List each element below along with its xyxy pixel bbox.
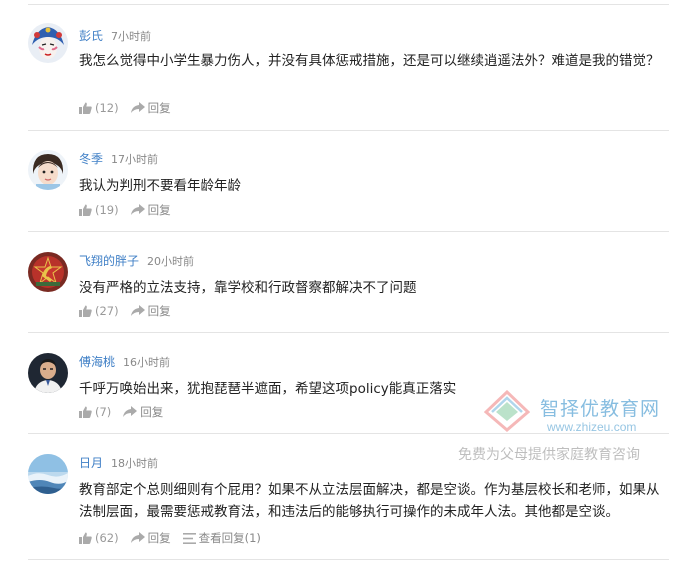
comment-text: 我怎么觉得中小学生暴力伤人，并没有具体惩戒措施，还是可以继续逍遥法外？难道是我的… bbox=[79, 53, 660, 69]
username[interactable]: 傅海桃 bbox=[79, 355, 115, 369]
avatar[interactable] bbox=[28, 454, 68, 494]
thumbs-up-icon bbox=[79, 532, 92, 544]
reply-button[interactable]: 回复 bbox=[123, 404, 163, 420]
comment-text: 千呼万唤始出来，犹抱琵琶半遮面，希望这项policy能真正落实 bbox=[79, 381, 457, 397]
reply-arrow-icon bbox=[130, 204, 145, 215]
timestamp: 17小时前 bbox=[111, 153, 159, 166]
comment-meta: 冬季 17小时前 bbox=[79, 151, 158, 168]
like-count: (12) bbox=[95, 101, 119, 115]
like-button[interactable]: (62) bbox=[79, 531, 119, 545]
like-count: (7) bbox=[95, 405, 112, 419]
reply-arrow-icon bbox=[130, 305, 145, 316]
comment-item: 傅海桃 16小时前 千呼万唤始出来，犹抱琵琶半遮面，希望这项policy能真正落实… bbox=[28, 333, 669, 434]
list-icon bbox=[182, 532, 196, 544]
comment-meta: 日月 18小时前 bbox=[79, 455, 158, 472]
reply-arrow-icon bbox=[130, 102, 145, 113]
avatar[interactable] bbox=[28, 252, 68, 292]
thumbs-up-icon bbox=[79, 204, 92, 216]
comment-text: 我认为判刑不要看年龄年龄 bbox=[79, 178, 241, 194]
avatar[interactable] bbox=[28, 150, 68, 190]
username[interactable]: 冬季 bbox=[79, 152, 103, 166]
like-count: (62) bbox=[95, 531, 119, 545]
comment-text: 教育部定个总则细则有个屁用？如果不从立法层面解决，都是空谈。作为基层校长和老师，… bbox=[79, 482, 660, 520]
thumbs-up-icon bbox=[79, 406, 92, 418]
reply-arrow-icon bbox=[130, 532, 145, 543]
comment-item: 彭氏 7小时前 我怎么觉得中小学生暴力伤人，并没有具体惩戒措施，还是可以继续逍遥法… bbox=[28, 5, 669, 131]
reply-label: 回复 bbox=[147, 304, 171, 318]
thumbs-up-icon bbox=[79, 102, 92, 114]
thumbs-up-icon bbox=[79, 305, 92, 317]
reply-button[interactable]: 回复 bbox=[130, 202, 171, 218]
like-button[interactable]: (7) bbox=[79, 405, 111, 419]
avatar[interactable] bbox=[28, 23, 68, 63]
comment-meta: 彭氏 7小时前 bbox=[79, 28, 151, 45]
comment-actions: (19) 回复 bbox=[79, 202, 183, 218]
reply-label: 回复 bbox=[147, 531, 171, 545]
avatar[interactable] bbox=[28, 353, 68, 393]
reply-label: 回复 bbox=[140, 405, 164, 419]
comment-item: 飞翔的胖子 20小时前 没有严格的立法支持，靠学校和行政督察都解决不了问题 (27… bbox=[28, 232, 669, 333]
view-replies-button[interactable]: 查看回复(1) bbox=[182, 530, 261, 546]
comment-item: 冬季 17小时前 我认为判刑不要看年龄年龄 (19) 回复 bbox=[28, 131, 669, 232]
comment-meta: 傅海桃 16小时前 bbox=[79, 354, 170, 371]
comment-actions: (7) 回复 bbox=[79, 404, 175, 420]
comment-actions: (27) 回复 bbox=[79, 303, 183, 319]
reply-button[interactable]: 回复 bbox=[130, 100, 171, 116]
reply-arrow-icon bbox=[123, 406, 138, 417]
username[interactable]: 彭氏 bbox=[79, 29, 103, 43]
timestamp: 7小时前 bbox=[111, 30, 152, 43]
comment-actions: (62) 回复 查看回复(1) bbox=[79, 530, 273, 546]
timestamp: 18小时前 bbox=[111, 457, 159, 470]
view-replies-label: 查看回复(1) bbox=[198, 531, 261, 545]
comment-meta: 飞翔的胖子 20小时前 bbox=[79, 253, 194, 270]
username[interactable]: 日月 bbox=[79, 456, 103, 470]
reply-button[interactable]: 回复 bbox=[130, 530, 171, 546]
comment-actions: (12) 回复 bbox=[79, 100, 183, 116]
like-button[interactable]: (12) bbox=[79, 101, 119, 115]
reply-button[interactable]: 回复 bbox=[130, 303, 171, 319]
reply-label: 回复 bbox=[147, 203, 171, 217]
comment-item: 日月 18小时前 教育部定个总则细则有个屁用？如果不从立法层面解决，都是空谈。作为… bbox=[28, 434, 669, 560]
like-count: (27) bbox=[95, 304, 119, 318]
username[interactable]: 飞翔的胖子 bbox=[79, 254, 139, 268]
timestamp: 20小时前 bbox=[147, 255, 195, 268]
like-count: (19) bbox=[95, 203, 119, 217]
like-button[interactable]: (27) bbox=[79, 304, 119, 318]
comment-text: 没有严格的立法支持，靠学校和行政督察都解决不了问题 bbox=[79, 280, 417, 296]
like-button[interactable]: (19) bbox=[79, 203, 119, 217]
reply-label: 回复 bbox=[147, 101, 171, 115]
timestamp: 16小时前 bbox=[123, 356, 171, 369]
